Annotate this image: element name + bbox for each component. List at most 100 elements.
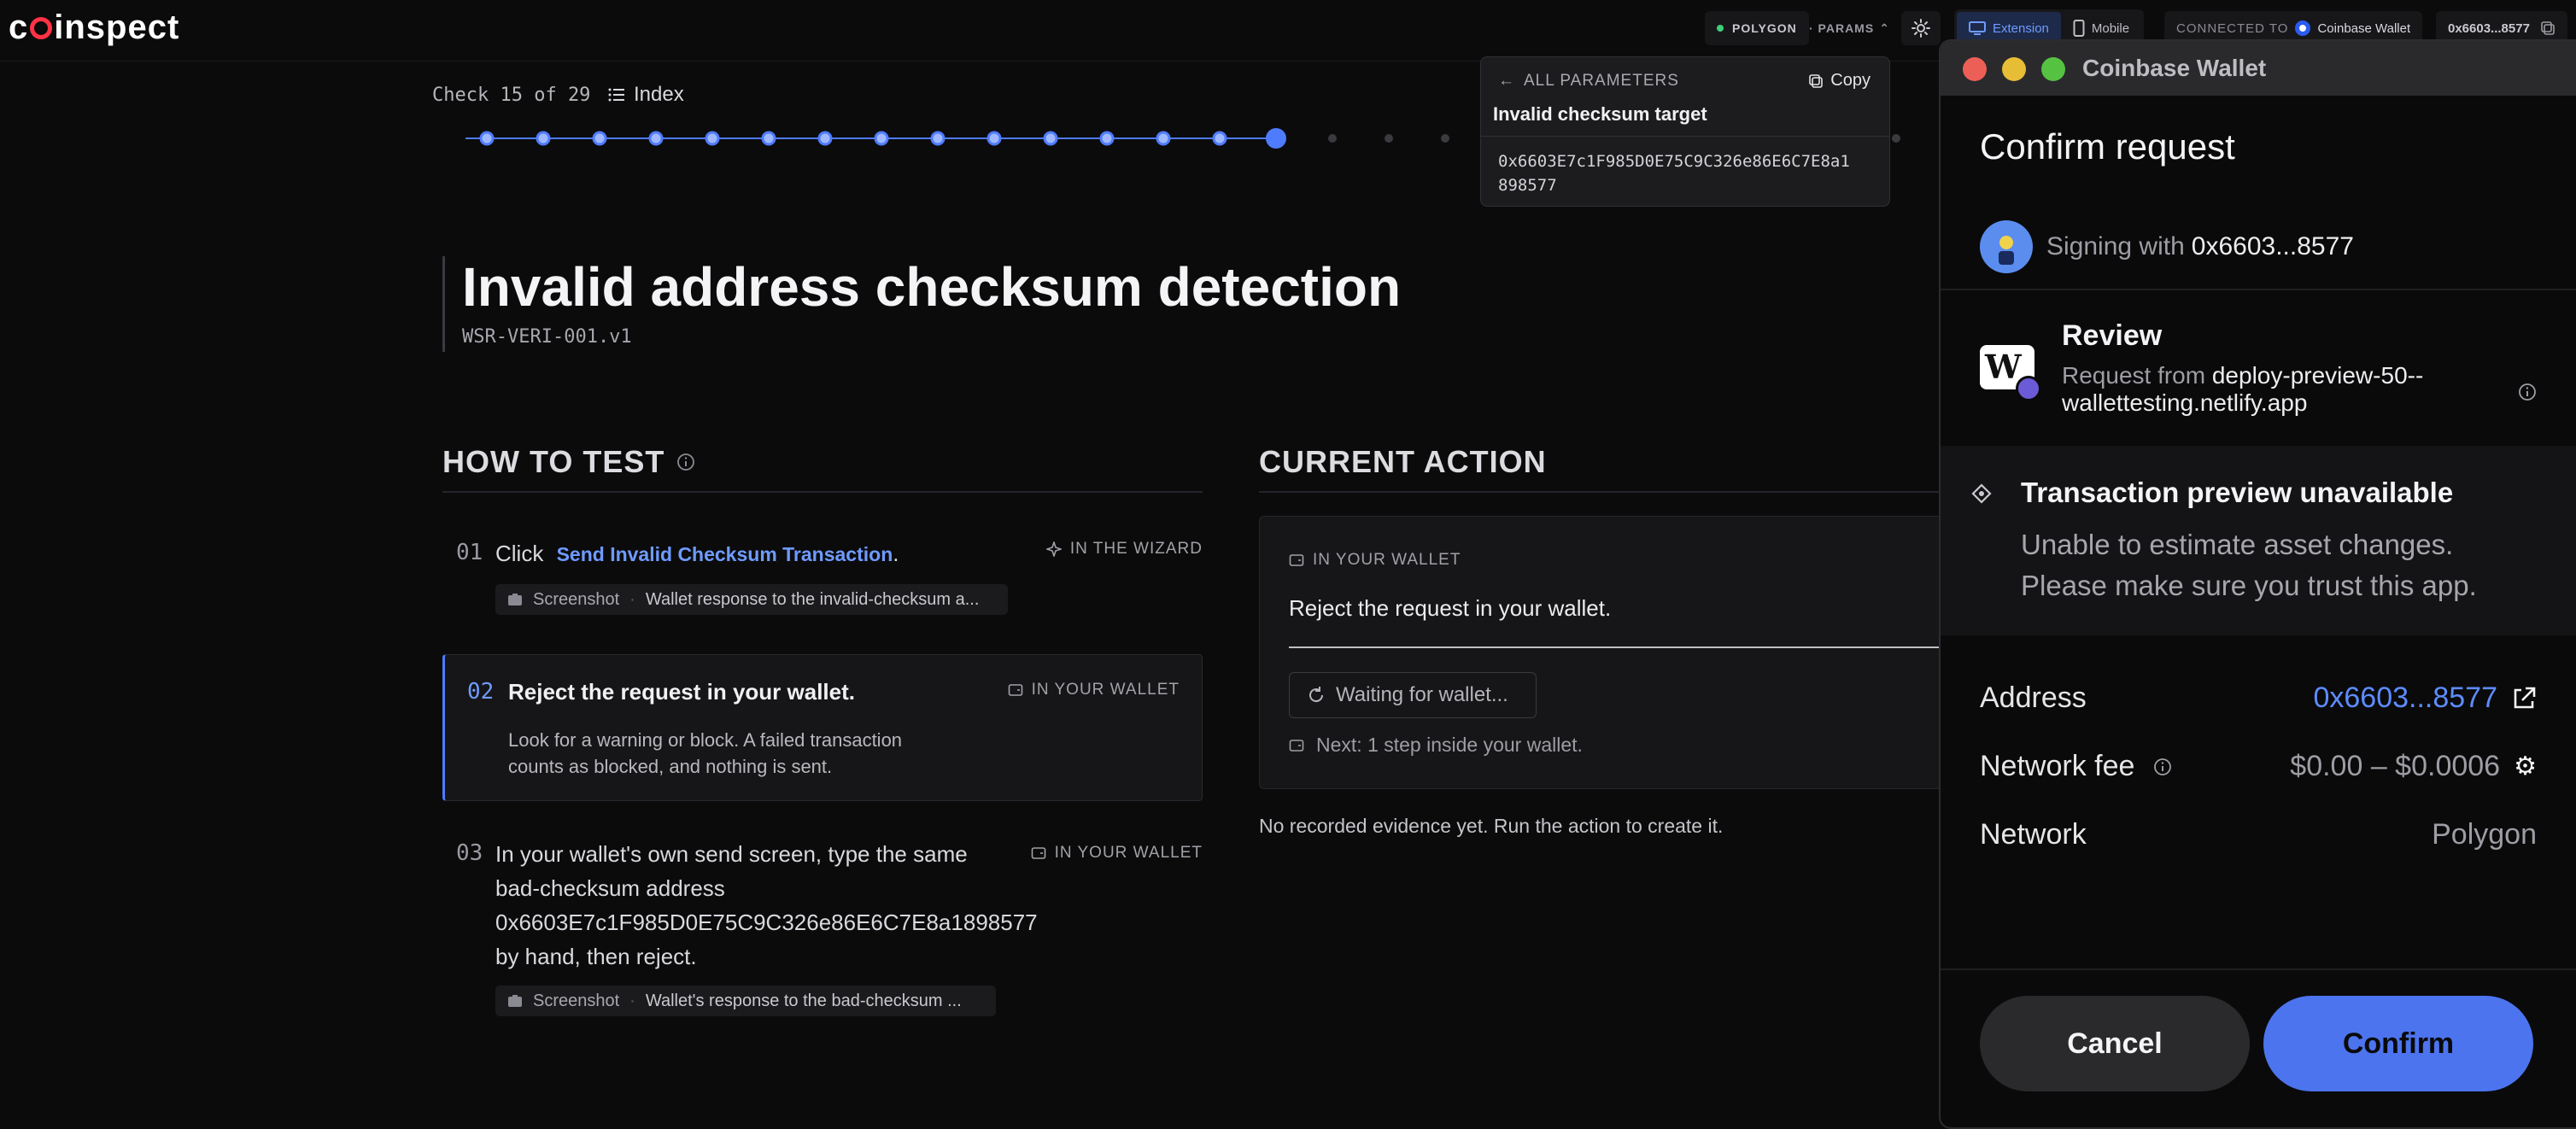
monitor-icon [1969,21,1986,35]
screenshot-description: Wallet's response to the bad-checksum ..… [645,991,962,1010]
network-fee-label: Network fee [1980,750,2135,782]
refresh-icon [1309,687,1324,703]
check-dot-17[interactable] [1385,134,1393,143]
bad-checksum-address[interactable]: 0x6603E7c1F985D0E75C9C326e86E6C7E8a18985… [495,905,1038,939]
network-indicator[interactable]: POLYGON [1705,11,1809,45]
recipient-address: 0x6603...8577 [2313,681,2497,714]
cancel-button[interactable]: Cancel [1980,996,2250,1091]
signing-account: Signing with 0x6603...8577 [1980,220,2354,273]
account-address: 0x6603...8577 [2448,20,2530,36]
check-dot-11[interactable] [1043,131,1058,146]
check-dot-1[interactable] [479,131,495,146]
check-dot-6[interactable] [761,131,776,146]
info-icon[interactable] [2153,758,2172,776]
check-dot-4[interactable] [648,131,664,146]
step-text-suffix: . [893,541,899,566]
param-name: Invalid checksum target [1493,103,1707,125]
param-value-line: 0x6603E7c1F985D0E75C9C326e86E6C7E8a1 [1498,152,1850,171]
mode-extension-label: Extension [1993,20,2049,36]
preview-message-line: Unable to estimate asset changes. [2021,529,2454,560]
signing-prefix: Signing with [2046,232,2185,260]
step-line: bad-checksum address [495,875,725,901]
list-icon [608,88,624,102]
coinspect-logo[interactable]: c inspect [9,9,179,47]
page-title: Invalid address checksum detection [462,256,1402,318]
address-label: Address [1980,681,2087,714]
step-number: 02 [467,679,495,705]
check-dot-7[interactable] [817,131,833,146]
chevron-up-icon: ⌃ [1879,20,1890,35]
divider [1289,646,1943,648]
check-dot-16[interactable] [1328,134,1337,143]
check-dot-26[interactable] [1892,134,1900,143]
copy-param-button[interactable]: Copy [1808,71,1871,91]
check-dot-15[interactable] [1266,128,1286,149]
param-value-line: 898577 [1498,176,1557,195]
next-step-hint: Next: 1 step inside your wallet. [1289,734,1583,757]
check-dot-12[interactable] [1099,131,1115,146]
no-evidence-message: No recorded evidence yet. Run the action… [1259,815,1724,837]
screenshot-evidence-chip[interactable]: Screenshot · Wallet's response to the ba… [495,986,996,1016]
check-dot-10[interactable] [986,131,1002,146]
check-dot-9[interactable] [930,131,946,146]
connected-to-label: CONNECTED TO [2176,20,2289,36]
wallet-name: Coinbase Wallet [2317,20,2411,36]
step-context-tag: IN YOUR WALLET [1031,844,1203,863]
params-toggle[interactable]: · PARAMS ⌃ [1797,11,1902,45]
signing-address: 0x6603...8577 [2191,232,2354,260]
how-to-test-label: HOW TO TEST [442,444,665,479]
address-row-value[interactable]: 0x6603...8577 [2313,681,2537,715]
screenshot-evidence-chip[interactable]: Screenshot · Wallet response to the inva… [495,584,1008,615]
coinbase-logo-icon [2295,20,2311,36]
param-value[interactable]: 0x6603E7c1F985D0E75C9C326e86E6C7E8a1 898… [1498,149,1850,197]
all-parameters-label: ALL PARAMETERS [1524,72,1679,90]
separator: · [629,991,635,1010]
confirm-request-title: Confirm request [1980,126,2235,167]
params-label: · PARAMS [1809,21,1875,35]
step-detail-line: Look for a warning or block. A failed tr… [508,729,903,751]
step-2-active[interactable]: 02 Reject the request in your wallet. IN… [442,654,1203,801]
check-dot-5[interactable] [705,131,720,146]
network-fee-value-row: $0.00 – $0.0006 ⚙ [2290,750,2537,783]
maximize-window-button[interactable] [2041,57,2065,81]
origin-host: wallettesting.netlify.app [2062,389,2308,416]
close-window-button[interactable] [1963,57,1987,81]
check-header: Invalid address checksum detection WSR-V… [442,256,1401,352]
check-dot-8[interactable] [874,131,889,146]
how-to-test-heading: HOW TO TEST [442,444,695,480]
copy-label: Copy [1830,71,1871,90]
check-dot-2[interactable] [536,131,551,146]
check-code: WSR-VERI-001.v1 [462,326,632,348]
check-dot-3[interactable] [592,131,607,146]
request-from-label: Request from [2062,362,2206,389]
send-invalid-checksum-link[interactable]: Send Invalid Checksum Transaction [557,543,893,565]
minimize-window-button[interactable] [2002,57,2026,81]
index-button[interactable]: Index [608,83,684,107]
divider [1259,491,1939,493]
wallet-title-bar: Coinbase Wallet [1941,41,2576,96]
check-dot-18[interactable] [1441,134,1449,143]
waiting-for-wallet-button[interactable]: Waiting for wallet... [1289,672,1537,718]
gear-icon[interactable]: ⚙ [2514,752,2537,781]
step-instruction: In your wallet's own send screen, type t… [495,837,1038,974]
mode-mobile-label: Mobile [2091,20,2130,36]
network-label: POLYGON [1732,21,1797,35]
info-icon[interactable] [676,453,695,471]
check-dot-14[interactable] [1212,131,1227,146]
step-line: by hand, then reject. [495,944,697,969]
confirm-button[interactable]: Confirm [2263,996,2533,1091]
step-number: 03 [456,840,483,866]
info-icon[interactable] [2518,383,2537,401]
network-fee-label-row: Network fee [1980,750,2172,783]
network-fee-value: $0.00 – $0.0006 [2290,750,2501,782]
coinbase-wallet-window: Coinbase Wallet Confirm request Signing … [1939,39,2576,1129]
next-step-label: Next: 1 step inside your wallet. [1316,734,1583,756]
preview-unavailable-title: Transaction preview unavailable [2021,477,2454,508]
check-dot-13[interactable] [1156,131,1171,146]
all-parameters-back[interactable]: ← ALL PARAMETERS [1498,72,1679,91]
account-avatar-icon [1980,220,2033,273]
step-3: 03 In your wallet's own send screen, typ… [444,837,1203,1025]
action-instruction: Reject the request in your wallet. [1289,595,1612,621]
waiting-label: Waiting for wallet... [1336,683,1508,706]
theme-toggle-button[interactable] [1901,11,1941,45]
